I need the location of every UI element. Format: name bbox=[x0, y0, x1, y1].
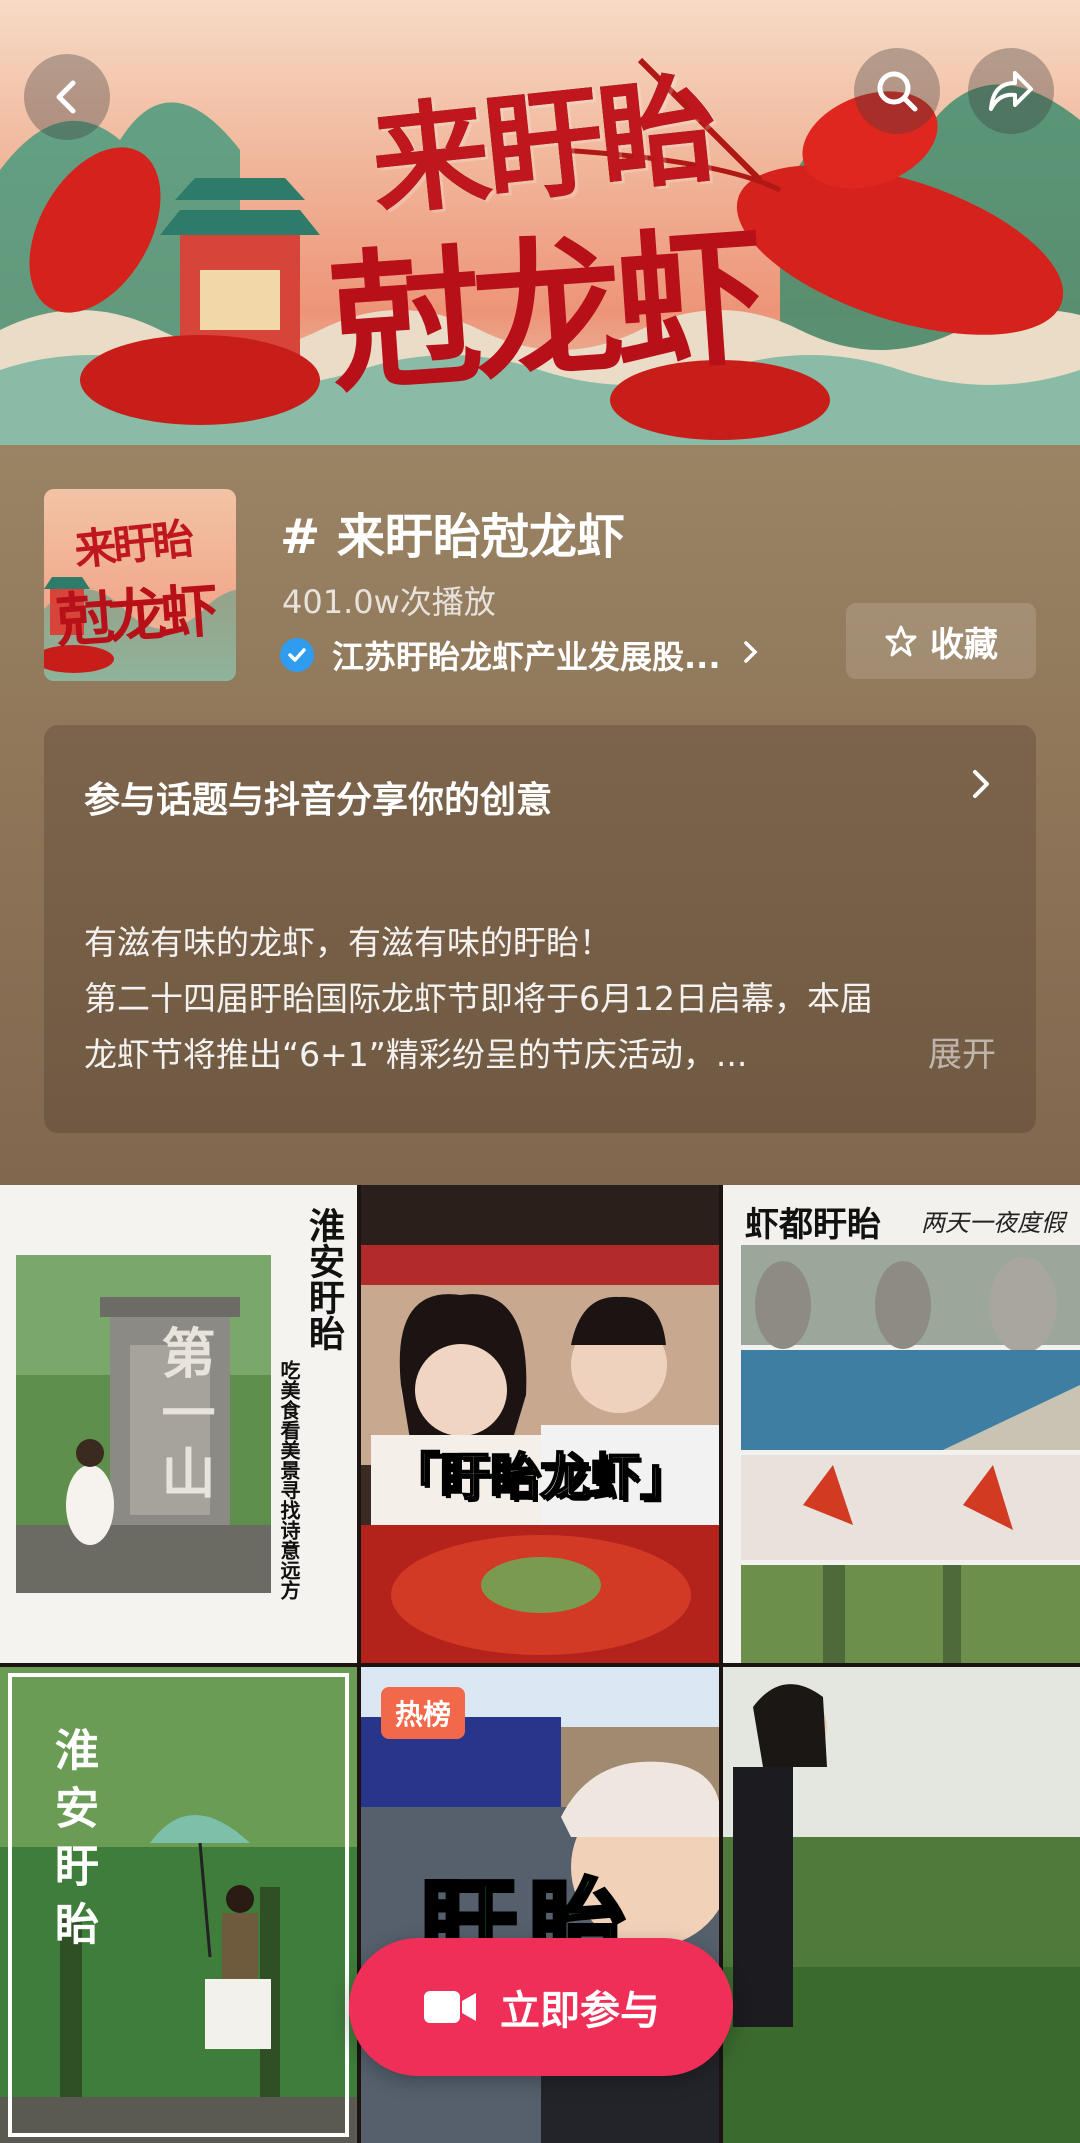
participate-heading: 参与话题与抖音分享你的创意 bbox=[84, 780, 553, 821]
video-tagline: 两天一夜度假 bbox=[921, 1209, 1065, 1237]
chevron-left-icon bbox=[56, 80, 76, 114]
organization-name: 江苏盱眙龙虾产业发展股... bbox=[332, 638, 721, 676]
favorite-button[interactable]: 收藏 bbox=[846, 603, 1036, 679]
search-button[interactable] bbox=[854, 48, 940, 134]
topic-thumbnail: 来盱眙 尅龙虾 bbox=[44, 489, 236, 681]
share-button[interactable] bbox=[968, 48, 1054, 134]
favorite-label: 收藏 bbox=[930, 624, 998, 665]
video-title: 虾都盱眙 bbox=[745, 1205, 881, 1245]
chevron-right-icon bbox=[742, 638, 760, 673]
stone-inscription: 第一山 bbox=[152, 1325, 216, 1505]
description-line: 龙虾节将推出“6+1”精彩纷呈的节庆活动，... bbox=[84, 1035, 748, 1074]
video-thumbnail[interactable]: 虾都盱眙 两天一夜度假 bbox=[723, 1185, 1080, 1663]
play-count: 401.0w次播放 bbox=[282, 583, 496, 621]
topic-banner: 来盱眙 尅龙虾 bbox=[0, 0, 1080, 445]
video-camera-icon bbox=[424, 1991, 476, 2023]
video-title: 淮安盱眙 bbox=[303, 1207, 345, 1351]
join-now-button[interactable]: 立即参与 bbox=[349, 1938, 733, 2076]
description-line: 第二十四届盱眙国际龙虾节即将于6月12日启幕，本届 bbox=[84, 979, 873, 1018]
back-button[interactable] bbox=[24, 54, 110, 140]
search-icon bbox=[877, 71, 918, 112]
video-subtitle: 吃美食看美景寻找诗意远方 bbox=[277, 1360, 301, 1600]
thumbnail-line2: 尅龙虾 bbox=[54, 576, 215, 656]
banner-title-art: 来盱眙 尅龙虾 bbox=[325, 40, 810, 413]
share-arrow-icon bbox=[989, 71, 1033, 111]
chevron-right-icon bbox=[970, 765, 992, 811]
description-text: 有滋有味的龙虾，有滋有味的盱眙！ 第二十四届盱眙国际龙虾节即将于6月12日启幕，… bbox=[84, 915, 1004, 1083]
topic-info-panel: 来盱眙 尅龙虾 # 来盱眙尅龙虾 401.0w次播放 江苏盱眙龙虾产业发展股..… bbox=[0, 445, 1080, 1185]
video-title: 淮安盱眙 bbox=[47, 1727, 98, 1959]
star-icon bbox=[885, 625, 917, 657]
hot-list-badge: 热榜 bbox=[381, 1687, 466, 1739]
video-thumbnail[interactable] bbox=[723, 1667, 1080, 2143]
video-caption: 「盱眙龙虾」 bbox=[389, 1447, 691, 1507]
description-line: 有滋有味的龙虾，有滋有味的盱眙！ bbox=[84, 923, 612, 962]
video-thumbnail[interactable]: 第一山 淮安盱眙 吃美食看美景寻找诗意远方 bbox=[0, 1185, 357, 1663]
video-cover-image bbox=[723, 1667, 1080, 2143]
video-cover-image bbox=[741, 1245, 1080, 1663]
video-thumbnail[interactable]: 「盱眙龙虾」 bbox=[361, 1185, 719, 1663]
topic-description-card[interactable]: 参与话题与抖音分享你的创意 有滋有味的龙虾，有滋有味的盱眙！ 第二十四届盱眙国际… bbox=[44, 725, 1036, 1133]
expand-link[interactable]: 展开 bbox=[928, 1027, 996, 1076]
organization-link[interactable]: 江苏盱眙龙虾产业发展股... bbox=[280, 633, 760, 677]
topic-title: # 来盱眙尅龙虾 bbox=[280, 509, 625, 565]
video-cover-image bbox=[361, 1185, 719, 1663]
join-now-label: 立即参与 bbox=[500, 1988, 660, 2034]
video-thumbnail[interactable]: 淮安盱眙 bbox=[0, 1667, 357, 2143]
banner-title-line2: 尅龙虾 bbox=[325, 208, 763, 414]
topic-page: 来盱眙 尅龙虾 来盱眙 尅龙虾 # 来盱眙尅龙虾 401.0w次播放 江苏盱眙龙… bbox=[0, 0, 1080, 2143]
verified-icon bbox=[280, 638, 314, 672]
